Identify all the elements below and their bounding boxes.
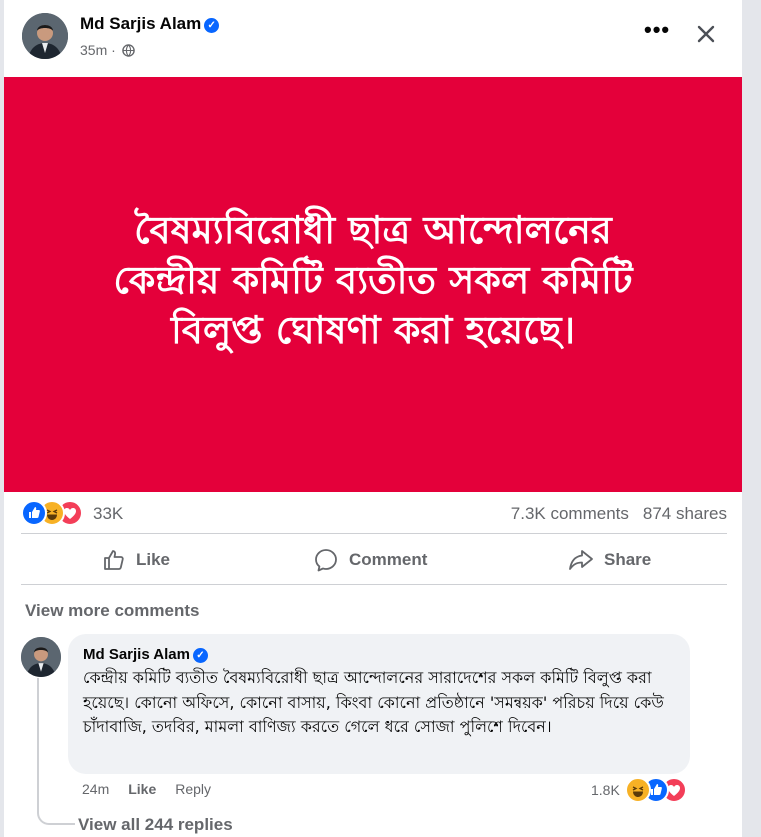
share-label: Share xyxy=(604,550,652,569)
verified-badge-icon: ✓ xyxy=(204,18,220,33)
comment-button[interactable]: Comment xyxy=(313,546,427,574)
banner-line: বিলুপ্ত ঘোষণা করা হয়েছে। xyxy=(170,308,576,352)
haha-icon xyxy=(625,777,651,803)
post-image[interactable]: বৈষম্যবিরোধী ছাত্র আন্দোলনের কেন্দ্রীয় … xyxy=(4,77,742,492)
verified-badge-icon: ✓ xyxy=(192,648,208,663)
shares-count[interactable]: 874 shares xyxy=(643,504,727,523)
post-stats: 7.3K comments 874 shares xyxy=(511,504,727,524)
comment-label: Comment xyxy=(349,550,428,569)
post-time[interactable]: 35m · xyxy=(80,42,116,58)
author-name[interactable]: Md Sarjis Alam xyxy=(80,14,201,33)
comment-icon xyxy=(315,549,337,572)
divider xyxy=(21,584,727,585)
view-replies-link[interactable]: View all 244 replies xyxy=(78,815,233,835)
comment-reaction-count[interactable]: 1.8K xyxy=(591,782,620,798)
share-icon xyxy=(569,550,593,570)
banner-line: বৈষম্যবিরোধী ছাত্র আন্দোলনের xyxy=(134,208,612,252)
like-label: Like xyxy=(136,550,171,569)
comment-author-name[interactable]: Md Sarjis Alam xyxy=(83,646,190,663)
like-icon xyxy=(21,500,47,526)
view-more-comments-link[interactable]: View more comments xyxy=(25,601,199,621)
banner-line: কেন্দ্রীয় কমিটি ব্যতীত সকল কমিটি xyxy=(113,258,633,302)
post-author[interactable]: Md Sarjis Alam ✓ xyxy=(80,14,220,34)
post-card: Md Sarjis Alam ✓ 35m · ••• বৈষম্যবিরোধী ছ… xyxy=(4,0,742,837)
comment-reply-button[interactable]: Reply xyxy=(175,781,211,797)
divider xyxy=(21,533,727,534)
comment-author[interactable]: Md Sarjis Alam ✓ xyxy=(83,646,208,663)
globe-icon xyxy=(121,44,135,57)
post-meta: 35m · xyxy=(80,42,135,58)
comment-bubble: Md Sarjis Alam ✓ কেন্দ্রীয় কমিটি ব্যতীত … xyxy=(68,634,690,774)
more-options-icon[interactable]: ••• xyxy=(644,19,670,41)
comment-meta: 24m Like Reply xyxy=(82,781,230,797)
reaction-count[interactable]: 33K xyxy=(93,504,123,524)
commenter-avatar[interactable] xyxy=(21,637,61,677)
share-button[interactable]: Share xyxy=(568,546,651,574)
like-icon xyxy=(104,550,124,570)
comment-text: কেন্দ্রীয় কমিটি ব্যতীত বৈষম্যবিরোধী ছাত… xyxy=(83,668,664,736)
banner-text: বৈষম্যবিরোধী ছাত্র আন্দোলনের কেন্দ্রীয় … xyxy=(34,205,712,355)
comment-like-button[interactable]: Like xyxy=(128,781,156,797)
like-button[interactable]: Like xyxy=(102,546,170,574)
author-avatar[interactable] xyxy=(22,13,68,59)
close-icon[interactable] xyxy=(690,18,722,50)
comment-time[interactable]: 24m xyxy=(82,781,109,797)
comments-count[interactable]: 7.3K comments xyxy=(511,504,629,523)
